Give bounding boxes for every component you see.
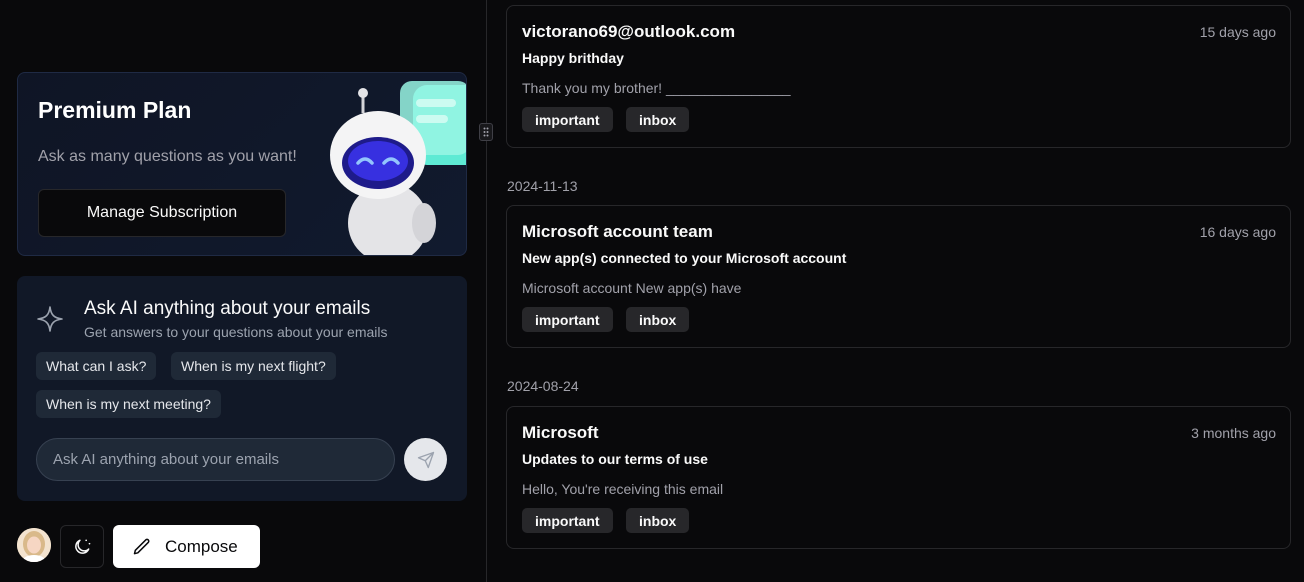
tag-inbox: inbox <box>626 307 690 332</box>
date-group-label: 2024-08-24 <box>507 378 579 394</box>
suggestion-chip-next-flight[interactable]: When is my next flight? <box>171 352 336 380</box>
resize-handle[interactable] <box>479 123 493 141</box>
suggestion-chip-what-can-i-ask[interactable]: What can I ask? <box>36 352 157 380</box>
premium-plan-title: Premium Plan <box>38 97 192 123</box>
theme-toggle-button[interactable] <box>60 525 104 568</box>
compose-button[interactable]: Compose <box>113 525 260 568</box>
mail-item[interactable]: Microsoft 3 months ago Updates to our te… <box>506 406 1291 549</box>
mail-preview: Microsoft account New app(s) have <box>522 280 742 296</box>
grip-icon <box>483 127 489 137</box>
mail-item[interactable]: victorano69@outlook.com 15 days ago Happ… <box>506 5 1291 148</box>
premium-plan-card: Premium Plan Ask as many questions as yo… <box>17 72 467 256</box>
sidebar: Premium Plan Ask as many questions as yo… <box>0 0 486 582</box>
mail-time: 16 days ago <box>1199 224 1276 240</box>
tag-inbox: inbox <box>626 508 690 533</box>
mail-subject: Happy brithday <box>522 50 624 66</box>
mail-sender: victorano69@outlook.com <box>522 22 736 41</box>
mail-time: 15 days ago <box>1199 24 1276 40</box>
ask-ai-subtitle: Get answers to your questions about your… <box>84 324 388 340</box>
mail-sender: Microsoft <box>522 423 599 442</box>
ask-ai-input[interactable] <box>36 438 395 481</box>
send-button[interactable] <box>404 438 447 481</box>
date-group-label: 2024-11-13 <box>507 178 578 194</box>
tag-inbox: inbox <box>626 107 690 132</box>
mail-item[interactable]: Microsoft account team 16 days ago New a… <box>506 205 1291 348</box>
mail-sender: Microsoft account team <box>522 222 713 241</box>
mail-preview: Hello, You're receiving this email <box>522 481 724 497</box>
pencil-icon <box>132 537 152 557</box>
mail-time: 3 months ago <box>1191 425 1276 441</box>
manage-subscription-button[interactable]: Manage Subscription <box>38 189 286 237</box>
compose-label: Compose <box>165 536 238 556</box>
send-icon <box>417 451 434 468</box>
mail-subject: Updates to our terms of use <box>522 451 708 467</box>
ask-ai-panel: Ask AI anything about your emails Get an… <box>17 276 467 501</box>
ask-ai-title: Ask AI anything about your emails <box>84 298 371 319</box>
tag-important: important <box>522 307 613 332</box>
robot-illustration <box>330 81 466 255</box>
avatar-image <box>17 528 51 562</box>
tag-important: important <box>522 508 613 533</box>
avatar[interactable] <box>17 528 51 562</box>
mail-preview: Thank you my brother! ________________ <box>522 80 791 96</box>
panel-divider <box>486 0 487 582</box>
moon-icon <box>75 539 91 554</box>
tag-important: important <box>522 107 613 132</box>
sparkle-icon <box>37 306 63 332</box>
suggestion-chip-next-meeting[interactable]: When is my next meeting? <box>36 390 221 418</box>
mail-subject: New app(s) connected to your Microsoft a… <box>522 250 847 266</box>
premium-plan-description: Ask as many questions as you want! <box>38 148 297 165</box>
